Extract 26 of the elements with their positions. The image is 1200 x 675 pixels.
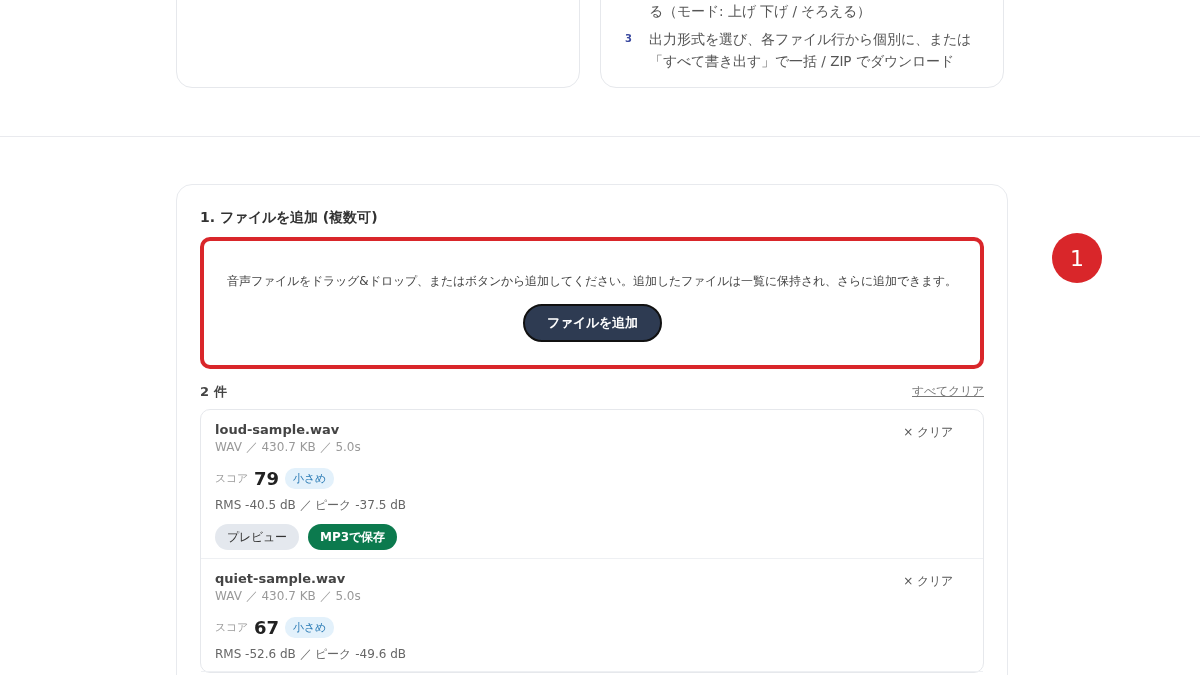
score-label: スコア — [215, 471, 248, 486]
file-name: loud-sample.wav — [215, 422, 341, 437]
file-meta: WAV ／ 430.7 KB ／ 5.0s — [215, 439, 361, 456]
clear-button[interactable]: × クリア — [897, 571, 959, 591]
file-count: 2 件 — [200, 383, 227, 401]
score-value: 79 — [254, 468, 280, 489]
level-readings: RMS -40.5 dB ／ ピーク -37.5 dB — [215, 497, 407, 514]
section-title: 1. ファイルを追加 (複数可) — [200, 209, 379, 227]
level-tag: 小さめ — [285, 468, 335, 489]
step-number: 3 — [625, 32, 633, 46]
clear-all-link[interactable]: すべてクリア — [912, 383, 984, 401]
step-text: る（モード: 上げ 下げ / そろえる） — [649, 2, 873, 21]
score-value: 67 — [254, 617, 280, 638]
file-meta: WAV ／ 430.7 KB ／ 5.0s — [215, 588, 361, 605]
step-text: 出力形式を選び、各ファイル行から個別に、または「すべて書き出す」で一括 / ZIP でダウンロード — [649, 30, 972, 71]
level-tag: 小さめ — [285, 617, 335, 638]
level-readings: RMS -52.6 dB ／ ピーク -49.6 dB — [215, 646, 407, 663]
preview-button[interactable]: プレビュー — [215, 524, 299, 550]
save-button[interactable]: MP3で保存 — [308, 524, 398, 550]
clear-button[interactable]: × クリア — [897, 422, 959, 442]
score-label: スコア — [215, 620, 248, 635]
file-name: quiet-sample.wav — [215, 571, 347, 586]
dropzone[interactable]: 音声ファイルをドラッグ&ドロップ、またはボタンから追加してください。追加したファイルは一覧に保持され、さらに追加できます。 ファイルを追加 — [200, 237, 984, 369]
dropzone-text: 音声ファイルをドラッグ&ドロップ、またはボタンから追加してください。追加したファイルは一覧に保持され、さらに追加できます。 — [227, 273, 957, 290]
annotation-marker: 1 — [1052, 233, 1102, 283]
add-file-button[interactable]: ファイルを追加 — [522, 304, 662, 342]
